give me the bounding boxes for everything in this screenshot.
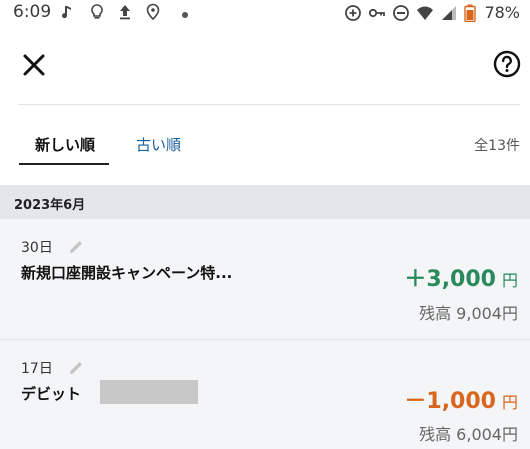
transaction-list: 30日 新規口座開設キャンペーン特... ＋3,000 円 残高 9,004円 1… — [0, 219, 530, 449]
music-note-icon — [62, 6, 71, 19]
wifi-icon — [417, 6, 434, 20]
transaction-description: 新規口座開設キャンペーン特... — [21, 264, 233, 282]
key-icon — [369, 8, 386, 17]
location-icon — [146, 3, 160, 21]
signal-icon — [442, 5, 457, 20]
transaction-row[interactable]: 30日 新規口座開設キャンペーン特... ＋3,000 円 残高 9,004円 — [0, 219, 530, 339]
sort-tabs: 新しい順 古い順 全13件 — [0, 105, 530, 183]
transaction-date: 17日 — [21, 361, 53, 377]
tab-newest[interactable]: 新しい順 — [35, 134, 95, 155]
transaction-date: 30日 — [21, 240, 53, 256]
transaction-balance: 残高 6,004円 — [419, 425, 518, 444]
month-header: 2023年6月 — [0, 185, 530, 219]
do-not-disturb-icon — [393, 4, 410, 21]
pencil-icon[interactable] — [67, 359, 85, 377]
total-count: 全13件 — [474, 138, 520, 154]
tab-active-indicator — [19, 163, 109, 165]
transaction-description: デビット — [21, 385, 82, 403]
status-left-icons — [60, 3, 188, 21]
status-right-icons: 78% — [344, 3, 520, 22]
sync-plus-icon — [345, 4, 362, 21]
amount-value: ＋3,000 — [404, 267, 496, 292]
masked-redaction — [100, 380, 198, 404]
transaction-row[interactable]: 17日 デビット －1,000 円 残高 6,004円 — [0, 339, 530, 449]
top-bar — [0, 26, 530, 104]
tab-oldest[interactable]: 古い順 — [136, 134, 181, 155]
dot-icon — [182, 12, 188, 18]
help-icon[interactable] — [492, 49, 522, 79]
status-time: 6:09 — [13, 2, 52, 22]
battery-icon — [464, 4, 477, 22]
amount-value: －1,000 — [404, 389, 496, 414]
pencil-icon[interactable] — [67, 238, 85, 256]
status-bar: 6:09 78% — [0, 0, 530, 26]
amount-currency: 円 — [501, 271, 518, 290]
battery-percent: 78% — [484, 3, 520, 22]
close-icon[interactable] — [20, 51, 48, 79]
lightbulb-icon — [91, 4, 103, 19]
transaction-amount: －1,000 円 — [404, 383, 518, 415]
amount-currency: 円 — [501, 393, 518, 412]
transaction-balance: 残高 9,004円 — [419, 304, 518, 323]
transaction-amount: ＋3,000 円 — [404, 261, 518, 293]
month-label: 2023年6月 — [14, 198, 86, 213]
upload-icon — [120, 5, 130, 20]
